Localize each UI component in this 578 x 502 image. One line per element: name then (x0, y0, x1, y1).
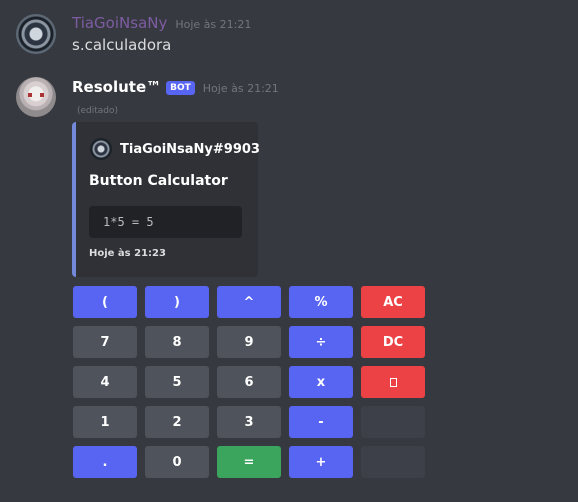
calc-button[interactable]: 2 (145, 406, 209, 438)
calc-button[interactable]: 1 (73, 406, 137, 438)
embed: TiaGoiNsaNy#9903 Button Calculator 1*5 =… (72, 122, 260, 277)
calc-button[interactable]: 9 (217, 326, 281, 358)
empty-button (361, 446, 425, 478)
backspace-button[interactable] (361, 366, 425, 398)
username[interactable]: TiaGoiNsaNy (72, 14, 167, 32)
calc-button[interactable]: 8 (145, 326, 209, 358)
embed-title: Button Calculator (89, 173, 228, 189)
calc-button[interactable]: 6 (217, 366, 281, 398)
timestamp: Hoje às 21:21 (202, 82, 279, 95)
button-row: 456x (73, 366, 433, 398)
calc-button[interactable]: ) (145, 286, 209, 318)
calc-button[interactable]: + (289, 446, 353, 478)
backspace-icon (389, 377, 397, 387)
button-row: 123- (73, 406, 433, 438)
button-row: 7 8 9 ÷ DC (73, 326, 433, 358)
calc-button[interactable]: ÷ (289, 326, 353, 358)
bot-avatar[interactable] (16, 77, 56, 117)
calc-button[interactable]: 7 (73, 326, 137, 358)
calc-button[interactable]: ^ (217, 286, 281, 318)
embed-author-name: TiaGoiNsaNy#9903 (120, 141, 260, 157)
calc-button[interactable]: 5 (145, 366, 209, 398)
calc-button[interactable]: DC (361, 326, 425, 358)
calc-button[interactable]: 3 (217, 406, 281, 438)
calc-button[interactable]: = (217, 446, 281, 478)
calc-button[interactable]: . (73, 446, 137, 478)
bot-username[interactable]: Resolute™ (72, 78, 161, 96)
calc-button[interactable]: AC (361, 286, 425, 318)
embed-author: TiaGoiNsaNy#9903 (90, 138, 260, 160)
empty-button (361, 406, 425, 438)
button-row: . 0 = + (73, 446, 433, 478)
message-content: s.calculadora (72, 36, 172, 54)
calc-button[interactable]: 0 (145, 446, 209, 478)
message-header: TiaGoiNsaNy Hoje às 21:21 (72, 14, 251, 32)
calc-button[interactable]: - (289, 406, 353, 438)
calculator-display: 1*5 = 5 (89, 206, 242, 238)
calc-button[interactable]: ( (73, 286, 137, 318)
calc-button[interactable]: x (289, 366, 353, 398)
embed-author-avatar (90, 138, 112, 160)
message-header: Resolute™ BOT Hoje às 21:21 (72, 78, 279, 97)
calc-button[interactable]: 4 (73, 366, 137, 398)
timestamp: Hoje às 21:21 (175, 18, 252, 31)
edited-label: (editado) (77, 106, 119, 116)
calc-button[interactable]: % (289, 286, 353, 318)
user-avatar[interactable] (16, 14, 56, 54)
embed-footer: Hoje às 21:23 (89, 248, 166, 259)
bot-badge: BOT (166, 81, 195, 95)
button-row: () ^% AC (73, 286, 433, 318)
calculator-buttons: () ^% AC 7 8 9 ÷ DC 4 5 6 x 1 2 3-. 0 = + (73, 286, 433, 486)
